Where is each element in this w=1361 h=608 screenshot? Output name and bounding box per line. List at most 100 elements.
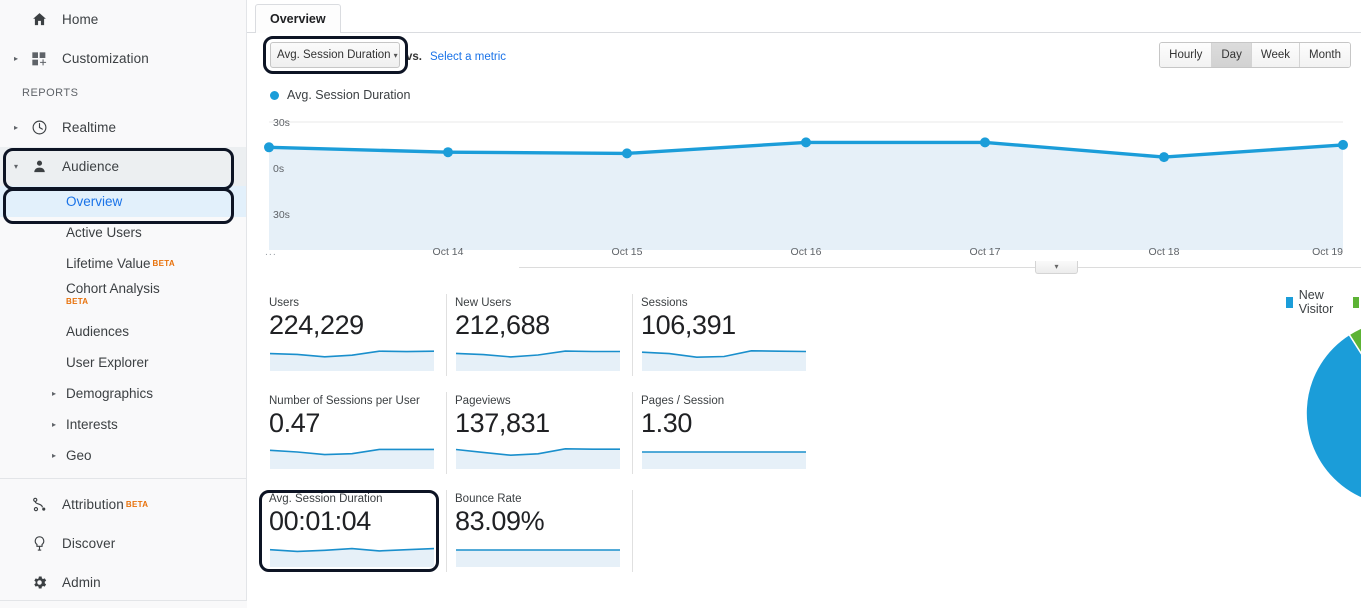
clock-icon	[24, 119, 54, 136]
x-axis-tick-label: Oct 18	[1148, 246, 1180, 258]
legend-swatch	[1352, 296, 1360, 308]
metric-card-value: 137,831	[455, 408, 550, 438]
sidebar-subitem-label: Active Users	[66, 225, 142, 240]
metric-card[interactable]: Users 224,229	[261, 288, 447, 386]
tab-overview[interactable]: Overview	[255, 4, 341, 33]
sidebar-subitem-label: Geo	[66, 448, 92, 463]
sidebar-item-label: Realtime	[62, 120, 117, 135]
metric-card[interactable]: Avg. Session Duration 00:01:04	[261, 484, 447, 582]
beta-badge: BETA	[152, 259, 175, 268]
chevron-right-icon: ▸	[52, 451, 57, 460]
sidebar-subitem-label: Cohort Analysis	[66, 281, 160, 296]
main-content: Overview Avg. Session Duration ▾ vs. Sel…	[247, 0, 1361, 608]
metric-card-value: 0.47	[269, 408, 320, 438]
sidebar-subitem-label: Audiences	[66, 324, 130, 339]
pie-chart-svg: 91%9%	[1305, 320, 1361, 506]
sidebar-section-reports: REPORTS	[22, 87, 79, 99]
metric-card-sparkline	[269, 448, 434, 469]
chart-data-point[interactable]	[622, 148, 632, 159]
sidebar-item-cohort-analysis[interactable]: Cohort Analysis BETA	[0, 279, 246, 316]
main-line-chart[interactable]: 30s 0s 30s	[261, 110, 1348, 262]
sidebar-item-label: Discover	[62, 536, 116, 551]
period-week-button[interactable]: Week	[1251, 43, 1301, 67]
metric-card-label: Bounce Rate	[455, 493, 522, 505]
x-axis-tick-label: Oct 17	[969, 246, 1001, 258]
sidebar-item-attribution[interactable]: Attribution BETA	[0, 485, 246, 524]
sidebar-item-admin[interactable]: Admin	[0, 563, 246, 602]
legend-item-new-visitor: New Visitor	[1286, 288, 1338, 316]
left-sidebar: Home ▸ Customization REPORTS ▸ Realtime …	[0, 0, 247, 608]
sidebar-subitem-label: Demographics	[66, 386, 154, 401]
metric-card-label: Number of Sessions per User	[269, 395, 420, 407]
sidebar-item-label: Admin	[62, 575, 101, 590]
sidebar-item-customization[interactable]: ▸ Customization	[0, 39, 246, 78]
chevron-down-icon: ▾	[1054, 262, 1059, 271]
legend-label: New Visitor	[1298, 288, 1334, 316]
home-icon	[24, 11, 54, 28]
x-axis-tick-label: Oct 14	[432, 246, 464, 258]
metric-card[interactable]: Pageviews 137,831	[447, 386, 633, 484]
pie-slices	[1305, 320, 1361, 506]
chart-data-point[interactable]	[1159, 152, 1169, 163]
tab-bar: Overview	[247, 0, 1361, 33]
sidebar-item-overview[interactable]: Overview	[0, 186, 246, 217]
sidebar-footer-strip	[0, 600, 247, 608]
sidebar-item-discover[interactable]: Discover	[0, 524, 246, 563]
metric-select-dropdown[interactable]: Avg. Session Duration ▾	[270, 42, 400, 68]
metric-card[interactable]: New Users 212,688	[447, 288, 633, 386]
sidebar-item-demographics[interactable]: ▸ Demographics	[0, 378, 246, 409]
chevron-down-icon: ▾	[13, 161, 18, 171]
metric-card-label: Sessions	[641, 297, 688, 309]
chevron-right-icon: ▸	[13, 53, 18, 63]
sidebar-subitem-label: User Explorer	[66, 355, 149, 370]
metric-card[interactable]: Bounce Rate 83.09%	[447, 484, 633, 582]
sidebar-item-interests[interactable]: ▸ Interests	[0, 409, 246, 440]
metric-card-label: Pageviews	[455, 395, 511, 407]
chevron-right-icon: ▸	[52, 420, 57, 429]
new-vs-returning-pie-chart[interactable]: 91%9%	[1304, 318, 1361, 513]
sidebar-item-audience[interactable]: ▾ Audience	[0, 147, 246, 186]
sidebar-item-geo[interactable]: ▸ Geo	[0, 440, 246, 471]
metric-card-value: 83.09%	[455, 506, 545, 536]
chevron-down-icon: ▾	[393, 50, 398, 60]
chart-data-point[interactable]	[443, 147, 453, 158]
pie-slice[interactable]	[1305, 320, 1361, 506]
vs-label: vs.	[406, 51, 422, 63]
metric-card-sparkline	[641, 349, 807, 371]
select-a-metric-link[interactable]: Select a metric	[430, 51, 506, 63]
period-day-button[interactable]: Day	[1212, 43, 1252, 67]
line-chart-svg: 30s 0s 30s	[264, 117, 1348, 250]
sidebar-item-audiences[interactable]: Audiences	[0, 316, 246, 347]
period-hourly-button[interactable]: Hourly	[1160, 43, 1213, 67]
chart-data-point[interactable]	[801, 137, 811, 148]
metric-select-value: Avg. Session Duration	[277, 49, 391, 61]
person-icon	[24, 158, 54, 175]
attribution-icon	[24, 496, 54, 513]
metric-card-value: 212,688	[455, 310, 550, 340]
sidebar-item-realtime[interactable]: ▸ Realtime	[0, 108, 246, 147]
legend-label: Avg. Session Duration	[287, 88, 411, 102]
chart-data-point[interactable]	[264, 142, 274, 153]
sidebar-item-user-explorer[interactable]: User Explorer	[0, 347, 246, 378]
metric-card-row: Users 224,229 New Users 212,688 Sessions 106,…	[261, 288, 817, 386]
metric-card[interactable]: Number of Sessions per User 0.47	[261, 386, 447, 484]
pie-chart-legend: New Visitor Returning Visitor	[1286, 288, 1361, 316]
chart-collapse-button[interactable]: ▾	[1035, 261, 1078, 274]
metric-card-sparkline	[269, 350, 435, 371]
metric-card[interactable]: Pages / Session 1.30	[633, 386, 819, 484]
sidebar-item-active-users[interactable]: Active Users	[0, 217, 246, 248]
metric-card-value: 1.30	[641, 408, 692, 438]
legend-color-dot	[270, 90, 279, 100]
sidebar-item-home[interactable]: Home	[0, 0, 246, 39]
sidebar-subitem-label: Lifetime Value	[66, 256, 151, 271]
chart-x-axis: ... Oct 14 Oct 15 Oct 16 Oct 17 Oct 18 Oct 19	[261, 246, 1361, 264]
sidebar-subitem-label: Interests	[66, 417, 118, 432]
period-month-button[interactable]: Month	[1300, 43, 1350, 67]
chart-bottom-rule	[519, 267, 1361, 268]
metric-card[interactable]: Sessions 106,391	[633, 288, 819, 386]
chart-data-point[interactable]	[1338, 139, 1348, 150]
chart-data-point[interactable]	[980, 137, 990, 148]
sidebar-item-lifetime-value[interactable]: Lifetime Value BETA	[0, 248, 246, 279]
lightbulb-icon	[24, 535, 54, 552]
metric-card-sparkline	[642, 450, 806, 469]
